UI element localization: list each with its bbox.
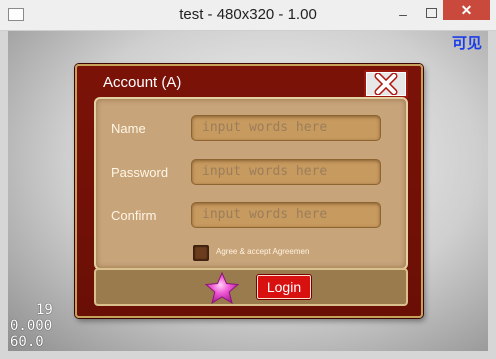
fps-stats: 19 0.000 60.0 xyxy=(10,302,53,350)
confirm-input[interactable] xyxy=(191,202,381,228)
dialog-close-button[interactable] xyxy=(364,70,408,98)
password-input[interactable] xyxy=(191,159,381,185)
star-icon[interactable] xyxy=(204,272,240,304)
visible-label: 可见 xyxy=(451,35,482,52)
agree-label: Agree & accept Agreemen xyxy=(216,247,310,256)
minimize-button[interactable]: – xyxy=(397,7,409,21)
stat-fps: 60.0 xyxy=(10,334,44,350)
game-viewport: 可见 Account (A) Name Password Confirm Agr… xyxy=(8,31,488,351)
agree-checkbox[interactable] xyxy=(193,245,209,261)
form-panel: Name Password Confirm Agree & accept Agr… xyxy=(94,97,408,270)
window-close-button[interactable]: ✕ xyxy=(443,0,490,20)
confirm-label: Confirm xyxy=(111,208,157,223)
stat-frame-time: 0.000 xyxy=(10,318,53,334)
login-button[interactable]: Login xyxy=(257,275,311,299)
window-titlebar: test - 480x320 - 1.00 – ✕ xyxy=(0,0,496,31)
dialog-title: Account (A) xyxy=(103,74,182,91)
account-dialog: Account (A) Name Password Confirm Agree … xyxy=(75,64,423,318)
close-x-icon xyxy=(374,73,398,95)
maximize-button[interactable] xyxy=(426,8,437,18)
window-title: test - 480x320 - 1.00 xyxy=(179,6,317,23)
password-label: Password xyxy=(111,165,169,180)
dialog-footer: Login xyxy=(94,268,408,306)
name-input[interactable] xyxy=(191,115,381,141)
name-label: Name xyxy=(111,121,146,136)
stat-draw-calls: 19 xyxy=(36,302,53,318)
